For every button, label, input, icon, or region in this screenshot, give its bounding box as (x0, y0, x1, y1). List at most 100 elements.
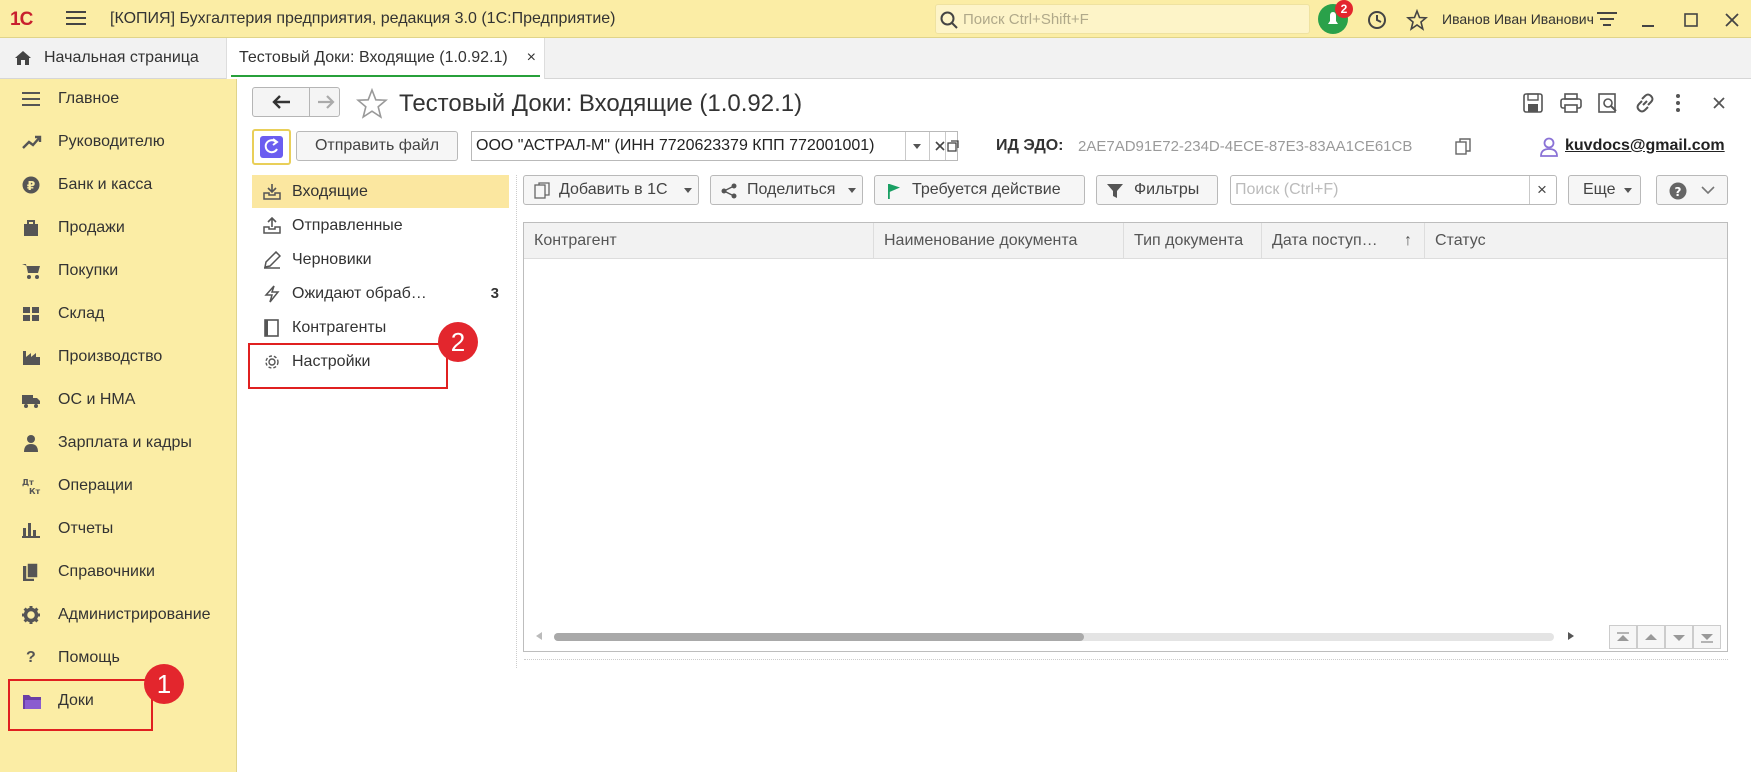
sidebar-item-main[interactable]: Главное (0, 79, 236, 119)
person-icon (22, 434, 42, 452)
scroll-left-icon[interactable] (536, 632, 542, 640)
close-form-icon[interactable] (1712, 96, 1726, 110)
preview-icon[interactable] (1598, 93, 1618, 113)
forward-button[interactable] (309, 87, 340, 117)
inbox-icon (263, 183, 281, 201)
help-button[interactable]: ? (1656, 175, 1728, 205)
sidebar-item-label: Главное (58, 90, 120, 107)
filters-button[interactable]: Фильтры (1096, 175, 1218, 205)
sidebar-item-sales[interactable]: Продажи (0, 208, 236, 248)
close-window-icon[interactable] (1724, 12, 1740, 28)
menu-icon (22, 90, 42, 108)
horizontal-scrollbar[interactable] (534, 629, 1574, 643)
action-required-button[interactable]: Требуется действие (874, 175, 1085, 205)
outbox-icon (263, 217, 281, 235)
sidebar-item-warehouse[interactable]: Склад (0, 294, 236, 334)
highlight-doki (8, 679, 153, 731)
gear-icon (22, 606, 42, 624)
list-search-input[interactable]: Поиск (Ctrl+F) × (1230, 175, 1557, 205)
history-icon[interactable] (1366, 9, 1388, 31)
question-icon: ? (26, 649, 36, 666)
global-search-input[interactable]: Поиск Ctrl+Shift+F (935, 4, 1310, 34)
sidebar-item-catalogs[interactable]: Справочники (0, 552, 236, 592)
dropdown-arrow-icon[interactable] (912, 143, 922, 151)
nav-item-drafts[interactable]: Черновики (252, 243, 509, 276)
main-menu-icon[interactable] (66, 9, 86, 27)
dropdown-arrow-icon (848, 188, 856, 194)
more-vertical-icon[interactable] (1674, 93, 1682, 113)
book-icon (263, 319, 281, 337)
more-button[interactable]: Еще (1568, 175, 1641, 205)
sidebar-item-label: Производство (58, 348, 163, 365)
sidebar-item-bank[interactable]: ₽ Банк и касса (0, 165, 236, 205)
organization-value: ООО "АСТРАЛ-М" (ИНН 7720623379 КПП 77200… (476, 137, 875, 154)
window-title: [КОПИЯ] Бухгалтерия предприятия, редакци… (110, 10, 616, 27)
sidebar-item-administration[interactable]: Администрирование (0, 595, 236, 635)
sidebar-item-operations[interactable]: Дт Кт Операции (0, 466, 236, 506)
tab-close-icon[interactable]: × (527, 38, 536, 78)
open-organization-icon[interactable] (947, 140, 959, 152)
dropdown-arrow-icon (684, 188, 692, 194)
svg-text:Кт: Кт (29, 487, 41, 495)
scrollbar-thumb[interactable] (554, 633, 1084, 641)
sidebar-item-purchases[interactable]: Покупки (0, 251, 236, 291)
scroll-up-button[interactable] (1637, 625, 1665, 649)
user-name[interactable]: Иванов Иван Иванович (1442, 11, 1594, 27)
scroll-down-button[interactable] (1665, 625, 1693, 649)
tab-docs-incoming[interactable]: Тестовый Доки: Входящие (1.0.92.1) × (226, 38, 545, 79)
tab-home[interactable]: Начальная страница (0, 38, 223, 79)
list-search-placeholder: Поиск (Ctrl+F) (1235, 181, 1339, 198)
notifications-button[interactable]: 2 (1318, 0, 1353, 34)
copy-icon[interactable] (1455, 138, 1471, 156)
save-icon[interactable] (1523, 93, 1543, 113)
favorites-star-icon[interactable] (1406, 9, 1428, 31)
nav-item-incoming[interactable]: Входящие (252, 175, 509, 208)
organization-select[interactable]: ООО "АСТРАЛ-М" (ИНН 7720623379 КПП 77200… (471, 131, 959, 161)
more-label: Еще (1583, 181, 1616, 198)
sidebar-item-salary[interactable]: Зарплата и кадры (0, 423, 236, 463)
add-to-1c-button[interactable]: Добавить в 1С (523, 175, 699, 205)
scroll-right-icon[interactable] (1568, 632, 1574, 640)
nav-item-sent[interactable]: Отправленные (252, 209, 509, 242)
favorite-star-icon[interactable] (356, 88, 388, 120)
link-icon[interactable] (1634, 93, 1656, 113)
scroll-to-top-button[interactable] (1609, 625, 1637, 649)
sidebar-item-fixed-assets[interactable]: ОС и НМА (0, 380, 236, 420)
share-button[interactable]: Поделиться (710, 175, 863, 205)
minimize-icon[interactable] (1640, 12, 1656, 28)
factory-icon (22, 348, 42, 366)
bar-chart-icon (22, 520, 42, 538)
tab-home-label: Начальная страница (44, 49, 199, 66)
clear-organization-icon[interactable] (935, 141, 945, 151)
global-search-placeholder: Поиск Ctrl+Shift+F (963, 11, 1089, 28)
send-file-button[interactable]: Отправить файл (296, 131, 458, 161)
clear-search-icon[interactable]: × (1537, 176, 1547, 204)
sidebar-item-help[interactable]: ? Помощь (0, 638, 236, 678)
nav-item-pending[interactable]: Ожидают обраб… 3 (252, 277, 509, 310)
sidebar: Главное Руководителю ₽ Банк и касса Прод… (0, 79, 237, 772)
refresh-button[interactable] (252, 129, 291, 165)
ruble-icon: ₽ (22, 176, 42, 194)
warehouse-icon (22, 305, 42, 323)
settings-menu-icon[interactable] (1596, 9, 1618, 29)
column-document-type[interactable]: Тип документа (1124, 223, 1262, 258)
column-counterparty[interactable]: Контрагент (524, 223, 874, 258)
scroll-to-bottom-button[interactable] (1693, 625, 1721, 649)
sidebar-item-reports[interactable]: Отчеты (0, 509, 236, 549)
column-document-name[interactable]: Наименование документа (874, 223, 1124, 258)
column-status[interactable]: Статус (1425, 223, 1727, 258)
documents-table[interactable]: Контрагент Наименование документа Тип до… (523, 222, 1728, 652)
sidebar-item-label: Операции (58, 477, 133, 494)
flag-icon (887, 183, 901, 199)
sidebar-item-production[interactable]: Производство (0, 337, 236, 377)
svg-text:Дт: Дт (22, 478, 34, 487)
account-email[interactable]: kuvdocs@gmail.com (1565, 137, 1725, 155)
sidebar-item-manager[interactable]: Руководителю (0, 122, 236, 162)
sidebar-item-label: Руководителю (58, 133, 165, 150)
sidebar-item-label: ОС и НМА (58, 391, 136, 408)
column-received-date[interactable]: Дата поступ… ↑ (1262, 223, 1425, 258)
maximize-icon[interactable] (1683, 12, 1699, 28)
back-button[interactable] (252, 87, 310, 117)
nav-item-label: Входящие (292, 183, 368, 200)
print-icon[interactable] (1560, 93, 1582, 113)
